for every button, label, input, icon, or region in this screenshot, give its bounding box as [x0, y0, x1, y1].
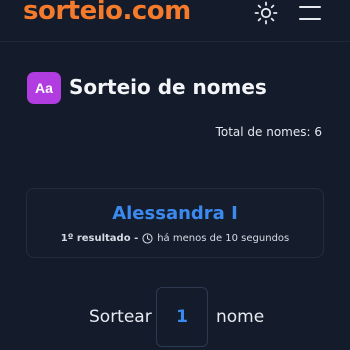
draw-label-after: nome: [216, 307, 265, 327]
hamburger-menu-icon: [299, 6, 321, 8]
hamburger-menu-icon-line: [299, 18, 321, 20]
header: sorteio.com: [0, 0, 350, 28]
result-card: Alessandra I 1º resultado - há menos de …: [26, 188, 324, 258]
clock-icon: [142, 233, 153, 244]
draw-controls: Sortear 1 nome: [0, 287, 350, 347]
result-time: há menos de 10 segundos: [157, 233, 290, 244]
sun-icon: [254, 1, 278, 25]
theme-toggle-button[interactable]: [254, 1, 278, 25]
quantity-input[interactable]: 1: [156, 287, 208, 347]
page-title: Sorteio de nomes: [69, 75, 267, 99]
header-divider: [0, 41, 350, 42]
title-badge-icon: Aa: [27, 72, 61, 104]
total-names-label: Total de nomes: 6: [215, 125, 322, 139]
hamburger-menu-button[interactable]: [299, 6, 321, 22]
site-logo[interactable]: sorteio.com: [23, 0, 191, 26]
result-meta: 1º resultado - há menos de 10 segundos: [27, 233, 323, 244]
draw-label-before: Sortear: [89, 307, 152, 327]
result-name: Alessandra I: [112, 203, 238, 224]
result-position: 1º resultado -: [60, 233, 139, 244]
